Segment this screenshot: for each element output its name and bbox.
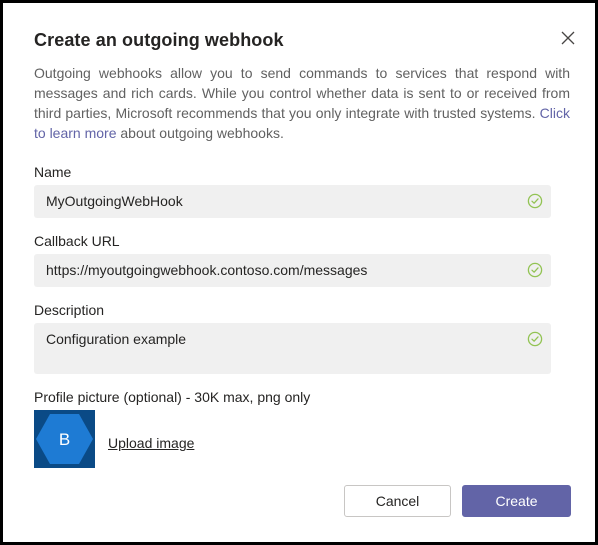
- check-circle-icon: [527, 262, 543, 278]
- name-label: Name: [34, 164, 72, 180]
- check-circle-icon: [527, 193, 543, 209]
- hexagon-avatar-icon: B: [36, 414, 93, 464]
- description-text: Outgoing webhooks allow you to send comm…: [34, 65, 570, 121]
- window-frame: Create an outgoing webhook Outgoing webh…: [0, 0, 598, 545]
- name-field[interactable]: MyOutgoingWebHook: [34, 185, 551, 218]
- cancel-button[interactable]: Cancel: [344, 485, 451, 517]
- close-button[interactable]: [560, 30, 576, 46]
- description-value: Configuration example: [46, 331, 187, 347]
- callback-url-field[interactable]: https://myoutgoingwebhook.contoso.com/me…: [34, 254, 551, 287]
- upload-image-link[interactable]: Upload image: [108, 435, 194, 451]
- webhook-dialog: Create an outgoing webhook Outgoing webh…: [6, 6, 592, 539]
- name-field-value: MyOutgoingWebHook: [46, 193, 183, 209]
- dialog-title: Create an outgoing webhook: [34, 30, 284, 50]
- check-circle-icon: [527, 331, 543, 347]
- create-button[interactable]: Create: [462, 485, 571, 517]
- profile-picture-label: Profile picture (optional) - 30K max, pn…: [34, 389, 311, 405]
- callback-url-label: Callback URL: [34, 233, 120, 249]
- close-icon: [561, 31, 575, 45]
- description-suffix: about outgoing webhooks.: [120, 125, 284, 141]
- description-label: Description: [34, 302, 105, 318]
- description-textarea[interactable]: Configuration example: [34, 323, 551, 374]
- callback-url-value: https://myoutgoingwebhook.contoso.com/me…: [46, 262, 368, 278]
- avatar-letter: B: [59, 430, 70, 449]
- avatar: B: [34, 410, 95, 468]
- dialog-description: Outgoing webhooks allow you to send comm…: [34, 63, 570, 143]
